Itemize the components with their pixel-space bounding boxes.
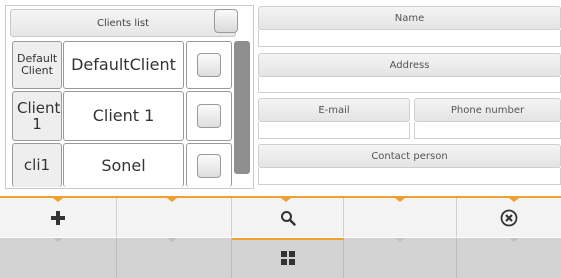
menu-button[interactable]: [232, 238, 344, 278]
client-row-checkbox-cell[interactable]: [186, 143, 232, 187]
nav-slot-2[interactable]: [117, 238, 232, 278]
address-label-text: Address: [389, 59, 430, 71]
nav-slot-4[interactable]: [344, 238, 457, 278]
search-button[interactable]: [232, 198, 344, 237]
client-name-cell[interactable]: Client 1: [63, 91, 184, 141]
address-label: Address: [258, 53, 561, 77]
client-row-checkbox-cell[interactable]: [186, 41, 232, 89]
client-id-cell[interactable]: Default Client: [12, 41, 62, 89]
nav-slot-1[interactable]: [0, 238, 117, 278]
client-row-checkbox-cell[interactable]: [186, 91, 232, 141]
magnifier-icon: [280, 210, 296, 226]
toolbar-slot-4[interactable]: [344, 198, 457, 237]
client-id-text: Default Client: [17, 52, 58, 77]
cancel-button[interactable]: [457, 198, 561, 237]
clients-list-scrollbar[interactable]: [234, 41, 250, 174]
toolbar-slot-2[interactable]: [117, 198, 232, 237]
add-client-button[interactable]: [0, 198, 117, 237]
client-name-cell[interactable]: Sonel: [63, 143, 184, 187]
grid-icon: [280, 251, 295, 265]
client-id-text: Client 1: [17, 98, 61, 133]
client-id-text: cli1: [23, 156, 51, 175]
contact-person-field[interactable]: [258, 168, 561, 185]
close-circle-icon: [500, 209, 518, 226]
contact-person-label: Contact person: [258, 144, 561, 168]
name-label: Name: [258, 6, 561, 30]
clients-list-header: Clients list: [10, 9, 236, 37]
client-row-checkbox[interactable]: [197, 104, 221, 128]
nav-slot-5[interactable]: [457, 238, 561, 278]
client-id-cell[interactable]: Client 1: [12, 91, 62, 141]
active-tab-indicator: [232, 238, 344, 240]
phone-number-label-text: Phone number: [450, 104, 525, 116]
select-all-checkbox[interactable]: [214, 9, 238, 33]
client-id-cell[interactable]: cli1: [12, 143, 62, 187]
email-label: E-mail: [258, 98, 410, 122]
client-name-text: Client 1: [92, 106, 155, 126]
client-name-cell[interactable]: DefaultClient: [63, 41, 184, 89]
plus-icon: [51, 210, 65, 225]
navigation-bar: [0, 238, 561, 278]
client-name-text: DefaultClient: [71, 55, 176, 75]
client-name-text: Sonel: [101, 155, 146, 175]
email-field[interactable]: [258, 122, 410, 139]
email-label-text: E-mail: [318, 104, 350, 116]
client-row-checkbox[interactable]: [197, 153, 221, 178]
address-field[interactable]: [258, 77, 561, 93]
name-field[interactable]: [258, 30, 561, 47]
client-row-checkbox[interactable]: [197, 53, 221, 77]
phone-number-label: Phone number: [414, 98, 561, 122]
name-label-text: Name: [394, 12, 425, 24]
clients-list-title: Clients list: [96, 17, 150, 29]
phone-number-field[interactable]: [414, 122, 561, 139]
contact-person-label-text: Contact person: [371, 150, 448, 162]
action-toolbar: [0, 196, 561, 237]
